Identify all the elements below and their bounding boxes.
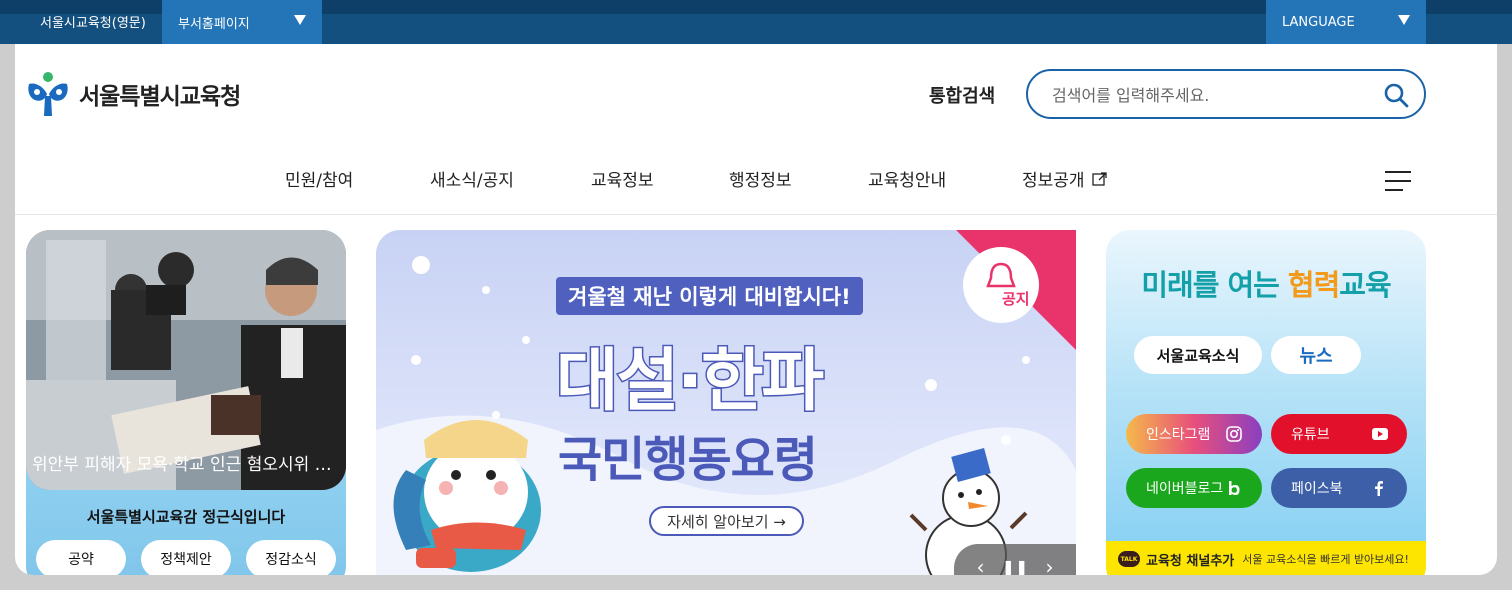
pause-icon[interactable]: ❚❚ [1002, 558, 1029, 576]
news-photo-caption: 위안부 피해자 모욕·학교 인근 혐오시위 반대 [32, 455, 344, 475]
next-slide-icon[interactable]: › [1045, 555, 1053, 575]
nav-item-civil[interactable]: 민원/참여 [285, 166, 353, 191]
kakao-channel-title: 교육청 채널추가 [1146, 553, 1235, 569]
banner-title-line2: 국민행동요령 [558, 432, 818, 488]
language-select[interactable]: LANGUAGE [1266, 0, 1426, 44]
instagram-icon [1226, 426, 1242, 442]
superintendent-title: 서울특별시교육감 정근식입니다 [86, 508, 286, 526]
facebook-button[interactable]: 페이스북 [1271, 468, 1407, 508]
search-icon[interactable] [1382, 81, 1410, 109]
main-banner[interactable]: 공지 겨울철 재난 이렇게 대비합시다! 대설·한파 국민행동요령 자세히 알아… [376, 230, 1076, 575]
banner-subtitle: 겨울철 재난 이렇게 대비합시다! [556, 277, 863, 315]
nav-item-edu-info[interactable]: 교육정보 [591, 166, 654, 191]
seoul-edu-news-button[interactable]: 서울교육소식 [1134, 336, 1262, 374]
language-label: LANGUAGE [1282, 14, 1355, 30]
instagram-button[interactable]: 인스타그램 [1126, 414, 1262, 454]
nav-item-admin-info[interactable]: 행정정보 [729, 166, 792, 191]
pledge-button[interactable]: 공약 [36, 540, 126, 575]
logo-text: 서울특별시교육청 [79, 84, 241, 110]
banner-more-link[interactable]: 자세히 알아보기 → [649, 506, 804, 536]
naver-blog-icon [1229, 481, 1240, 495]
hamburger-menu-icon[interactable] [1385, 171, 1411, 191]
nav-item-about[interactable]: 교육청안내 [868, 166, 946, 191]
site-logo[interactable]: 서울특별시교육청 [25, 70, 241, 118]
facebook-icon [1375, 481, 1383, 496]
naver-blog-label: 네이버블로그 [1146, 481, 1224, 497]
slogan: 미래를 여는 협력교육 [1106, 262, 1426, 304]
top-bar: 서울시교육청(영문) 부서홈페이지 LANGUAGE [0, 0, 1512, 44]
dept-homepage-label: 부서홈페이지 [178, 16, 250, 32]
youtube-button[interactable]: 유튜브 [1271, 414, 1407, 454]
news-button[interactable]: 뉴스 [1271, 336, 1361, 374]
instagram-label: 인스타그램 [1146, 427, 1211, 443]
kakao-talk-icon: TALK [1118, 551, 1140, 567]
kakao-channel-banner[interactable]: TALK 교육청 채널추가 서울 교육소식을 빠르게 받아보세요! [1106, 541, 1426, 575]
news-photo[interactable]: 위안부 피해자 모욕·학교 인근 혐오시위 반대 [26, 230, 346, 490]
search-label: 통합검색 [929, 86, 996, 107]
youtube-icon [1372, 428, 1388, 440]
english-site-link[interactable]: 서울시교육청(영문) [40, 6, 146, 36]
slogan-part3: 교육 [1339, 268, 1391, 302]
facebook-label: 페이스북 [1291, 481, 1343, 497]
dept-homepage-select[interactable]: 부서홈페이지 [162, 0, 322, 44]
naver-blog-button[interactable]: 네이버블로그 [1126, 468, 1262, 508]
policy-proposal-button[interactable]: 정책제안 [141, 540, 231, 575]
main-container: 서울특별시교육청 통합검색 민원/참여 새소식/공지 교육정보 행정정보 교육청… [15, 44, 1497, 575]
slide-controls: ‹ ❚❚ › [954, 544, 1076, 575]
chevron-down-icon [294, 15, 306, 25]
chevron-down-icon [1398, 15, 1410, 25]
seoul-education-emblem-icon [28, 72, 68, 116]
header-divider [15, 214, 1497, 215]
notice-badge: 공지 [1002, 290, 1030, 308]
sns-card: 미래를 여는 협력교육 서울교육소식 뉴스 인스타그램 유튜브 네이버블로그 페… [1106, 230, 1426, 575]
search-input[interactable] [1052, 83, 1352, 107]
superintendent-card: 위안부 피해자 모욕·학교 인근 혐오시위 반대 서울특별시교육감 정근식입니다… [26, 230, 346, 575]
nav-item-news[interactable]: 새소식/공지 [430, 166, 514, 191]
superintendent-news-button[interactable]: 정감소식 [246, 540, 336, 575]
search-box [1026, 69, 1426, 119]
nav-item-disclosure-label: 정보공개 [1022, 171, 1085, 191]
banner-title: 대설·한파 [554, 341, 825, 423]
slogan-part2: 협력 [1287, 268, 1340, 302]
main-nav: 민원/참여 새소식/공지 교육정보 행정정보 교육청안내 정보공개 [15, 166, 1497, 194]
page: 서울시교육청(영문) 부서홈페이지 LANGUAGE 서울특별시교육청 통합검색 [0, 0, 1512, 590]
kakao-channel-desc: 서울 교육소식을 빠르게 받아보세요! [1242, 553, 1409, 566]
youtube-label: 유튜브 [1291, 427, 1330, 443]
nav-item-disclosure[interactable]: 정보공개 [1022, 166, 1107, 191]
prev-slide-icon[interactable]: ‹ [977, 555, 985, 575]
external-link-icon [1092, 172, 1107, 186]
slogan-part1: 미래를 여는 [1141, 268, 1288, 302]
